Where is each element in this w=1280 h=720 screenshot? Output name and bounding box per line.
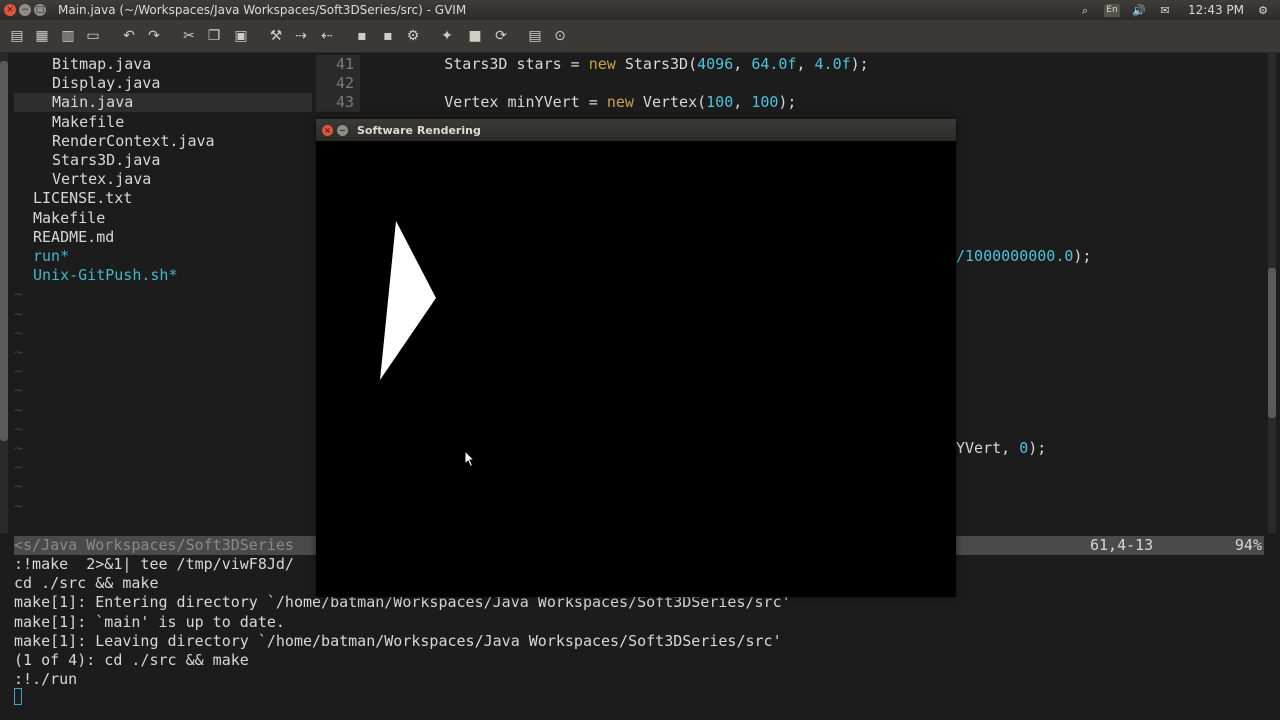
software-rendering-window[interactable]: × − Software Rendering bbox=[316, 119, 956, 597]
empty-line-marker: ~ bbox=[14, 458, 24, 477]
render-window-title-bar[interactable]: × − Software Rendering bbox=[316, 119, 956, 141]
mail-icon[interactable]: ✉ bbox=[1158, 4, 1172, 17]
command-output-line: make[1]: Leaving directory `/home/batman… bbox=[14, 631, 782, 650]
window-minimize-button[interactable]: − bbox=[19, 4, 31, 16]
empty-line-marker: ~ bbox=[14, 496, 24, 515]
render-window-minimize-button[interactable]: − bbox=[337, 125, 348, 136]
line-number: 41 bbox=[316, 55, 360, 74]
code-fragment-partial-2: YVert, 0); bbox=[956, 439, 1047, 457]
empty-line-marker: ~ bbox=[14, 343, 24, 361]
right-scrollbar[interactable] bbox=[1268, 53, 1276, 533]
command-output-line: :!make 2>&1| tee /tmp/viwF8Jd/ bbox=[14, 555, 294, 573]
file-tree-item[interactable]: run* bbox=[33, 247, 69, 266]
line-number: 42 bbox=[316, 74, 360, 94]
window-maximize-button[interactable]: □ bbox=[34, 4, 46, 16]
empty-line-marker: ~ bbox=[14, 304, 24, 323]
empty-line-marker: ~ bbox=[14, 439, 24, 457]
gear-icon[interactable]: ⚙ bbox=[1256, 4, 1270, 17]
undo-icon[interactable]: ↶ bbox=[120, 27, 138, 45]
file-tree-item[interactable]: Vertex.java bbox=[52, 170, 151, 189]
code-line: Stars3D stars = new Stars3D(4096, 64.0f,… bbox=[372, 55, 869, 73]
load-session-icon[interactable]: ▪ bbox=[353, 27, 371, 45]
keyboard-layout-indicator[interactable]: En bbox=[1104, 3, 1120, 17]
file-tree-item[interactable]: Bitmap.java bbox=[52, 55, 151, 74]
paste-icon[interactable]: ▣ bbox=[232, 27, 250, 45]
file-tree-item[interactable]: RenderContext.java bbox=[52, 132, 215, 151]
jump-tag-icon[interactable]: ⟳ bbox=[492, 27, 510, 45]
statusline-path: <s/Java Workspaces/Soft3DSeries bbox=[14, 536, 294, 554]
find-next-icon[interactable]: ⇢ bbox=[292, 27, 310, 45]
file-tree-item[interactable]: Display.java bbox=[52, 74, 160, 93]
file-tree-item[interactable]: Makefile bbox=[33, 209, 105, 228]
file-tree-item[interactable]: Stars3D.java bbox=[52, 151, 160, 170]
file-tree-item[interactable]: Main.java bbox=[52, 93, 133, 112]
find-help-icon[interactable]: ⊙ bbox=[551, 27, 569, 45]
window-title-bar: × − □ Main.java (~/Workspaces/Java Works… bbox=[0, 0, 1280, 20]
render-window-title: Software Rendering bbox=[357, 124, 481, 137]
help-icon[interactable]: ▤ bbox=[526, 27, 544, 45]
left-scrollbar[interactable] bbox=[0, 53, 8, 533]
mouse-pointer-icon bbox=[464, 450, 476, 468]
line-number: 43 bbox=[316, 93, 360, 113]
window-title: Main.java (~/Workspaces/Java Workspaces/… bbox=[58, 3, 467, 17]
command-output-line: :!./run bbox=[14, 670, 78, 689]
command-output-line: (1 of 4): cd ./src && make bbox=[14, 651, 249, 669]
file-tree-item[interactable]: Unix-GitPush.sh* bbox=[33, 266, 178, 285]
save-all-icon[interactable]: ▥ bbox=[59, 27, 77, 45]
code-fragment-partial-1: /1000000000.0); bbox=[956, 247, 1092, 265]
empty-line-marker: ~ bbox=[14, 381, 24, 400]
canvas-background bbox=[316, 141, 956, 597]
empty-line-marker: ~ bbox=[14, 362, 24, 381]
save-session-icon[interactable]: ▪ bbox=[379, 27, 397, 45]
panel-clock[interactable]: 12:43 PM bbox=[1188, 3, 1244, 17]
print-icon[interactable]: ▭ bbox=[84, 27, 102, 45]
empty-line-marker: ~ bbox=[14, 400, 24, 419]
file-tree-item[interactable]: Makefile bbox=[52, 113, 124, 132]
empty-line-marker: ~ bbox=[14, 285, 24, 304]
command-output-line: make[1]: `main' is up to date. bbox=[14, 612, 285, 631]
build-tags-icon[interactable]: ■ bbox=[466, 27, 484, 45]
statusline-percent: 94% bbox=[1234, 536, 1262, 554]
redo-icon[interactable]: ↷ bbox=[145, 27, 163, 45]
panel-indicators: ⌕ En 🔊 ✉ 12:43 PM ⚙ bbox=[1078, 3, 1270, 17]
cut-icon[interactable]: ✂ bbox=[180, 27, 198, 45]
file-tree-item[interactable]: README.md bbox=[33, 228, 114, 247]
open-file-icon[interactable]: ▤ bbox=[8, 27, 26, 45]
find-replace-icon[interactable]: ⚒ bbox=[267, 27, 285, 45]
search-indicator-icon[interactable]: ⌕ bbox=[1078, 4, 1092, 17]
file-tree-item[interactable]: LICENSE.txt bbox=[33, 189, 132, 208]
volume-icon[interactable]: 🔊 bbox=[1132, 4, 1146, 17]
save-icon[interactable]: ▦ bbox=[33, 27, 51, 45]
code-line: Vertex minYVert = new Vertex(100, 100); bbox=[372, 93, 797, 112]
render-window-close-button[interactable]: × bbox=[322, 125, 333, 136]
find-prev-icon[interactable]: ⇠ bbox=[318, 27, 336, 45]
text-cursor bbox=[14, 688, 22, 705]
make-icon[interactable]: ✦ bbox=[438, 27, 456, 45]
empty-line-marker: ~ bbox=[14, 323, 24, 342]
window-close-button[interactable]: × bbox=[4, 4, 16, 16]
statusline-position: 61,4-13 bbox=[1090, 536, 1154, 554]
render-canvas[interactable] bbox=[316, 141, 956, 597]
gvim-toolbar: ▤ ▦ ▥ ▭ ↶ ↷ ✂ ❐ ▣ ⚒ ⇢ ⇠ ▪ ▪ ⚙ ✦ ■ ⟳ ▤ ⊙ bbox=[0, 20, 1280, 53]
run-script-icon[interactable]: ⚙ bbox=[404, 27, 422, 45]
copy-icon[interactable]: ❐ bbox=[205, 27, 223, 45]
empty-line-marker: ~ bbox=[14, 419, 24, 438]
empty-line-marker: ~ bbox=[14, 477, 24, 496]
command-output-line: cd ./src && make bbox=[14, 574, 159, 593]
